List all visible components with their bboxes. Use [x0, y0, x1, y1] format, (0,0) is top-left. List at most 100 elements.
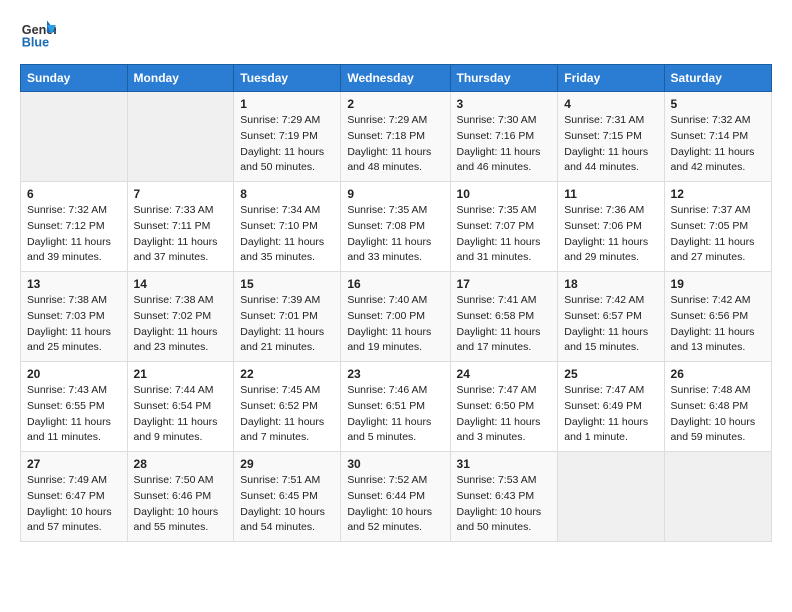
sunset-text: Sunset: 6:58 PM	[457, 309, 552, 325]
day-info: Sunrise: 7:44 AM Sunset: 6:54 PM Dayligh…	[134, 383, 228, 446]
sunset-text: Sunset: 6:46 PM	[134, 489, 228, 505]
sunset-text: Sunset: 7:03 PM	[27, 309, 121, 325]
sunset-text: Sunset: 7:10 PM	[240, 219, 334, 235]
daylight-text: Daylight: 11 hours and 50 minutes.	[240, 145, 334, 177]
weekday-header-wednesday: Wednesday	[341, 65, 450, 92]
day-number: 31	[457, 457, 552, 471]
day-number: 30	[347, 457, 443, 471]
day-number: 16	[347, 277, 443, 291]
daylight-text: Daylight: 10 hours and 50 minutes.	[457, 505, 552, 537]
calendar-cell	[558, 452, 664, 542]
day-number: 20	[27, 367, 121, 381]
daylight-text: Daylight: 11 hours and 3 minutes.	[457, 415, 552, 447]
daylight-text: Daylight: 11 hours and 23 minutes.	[134, 325, 228, 357]
day-number: 4	[564, 97, 657, 111]
calendar-table: SundayMondayTuesdayWednesdayThursdayFrid…	[20, 64, 772, 542]
daylight-text: Daylight: 11 hours and 21 minutes.	[240, 325, 334, 357]
sunrise-text: Sunrise: 7:39 AM	[240, 293, 334, 309]
day-number: 19	[671, 277, 765, 291]
calendar-cell: 23 Sunrise: 7:46 AM Sunset: 6:51 PM Dayl…	[341, 362, 450, 452]
day-info: Sunrise: 7:33 AM Sunset: 7:11 PM Dayligh…	[134, 203, 228, 266]
daylight-text: Daylight: 11 hours and 5 minutes.	[347, 415, 443, 447]
weekday-header-monday: Monday	[127, 65, 234, 92]
daylight-text: Daylight: 11 hours and 42 minutes.	[671, 145, 765, 177]
day-info: Sunrise: 7:32 AM Sunset: 7:12 PM Dayligh…	[27, 203, 121, 266]
sunrise-text: Sunrise: 7:29 AM	[347, 113, 443, 129]
daylight-text: Daylight: 11 hours and 9 minutes.	[134, 415, 228, 447]
day-number: 11	[564, 187, 657, 201]
svg-text:Blue: Blue	[22, 36, 49, 50]
daylight-text: Daylight: 11 hours and 27 minutes.	[671, 235, 765, 267]
daylight-text: Daylight: 11 hours and 33 minutes.	[347, 235, 443, 267]
logo-icon: General Blue	[20, 16, 56, 52]
calendar-cell: 6 Sunrise: 7:32 AM Sunset: 7:12 PM Dayli…	[21, 182, 128, 272]
day-number: 13	[27, 277, 121, 291]
sunrise-text: Sunrise: 7:29 AM	[240, 113, 334, 129]
calendar-cell: 3 Sunrise: 7:30 AM Sunset: 7:16 PM Dayli…	[450, 92, 558, 182]
day-info: Sunrise: 7:34 AM Sunset: 7:10 PM Dayligh…	[240, 203, 334, 266]
day-info: Sunrise: 7:53 AM Sunset: 6:43 PM Dayligh…	[457, 473, 552, 536]
sunset-text: Sunset: 6:43 PM	[457, 489, 552, 505]
daylight-text: Daylight: 11 hours and 15 minutes.	[564, 325, 657, 357]
calendar-week-1: 1 Sunrise: 7:29 AM Sunset: 7:19 PM Dayli…	[21, 92, 772, 182]
sunset-text: Sunset: 6:54 PM	[134, 399, 228, 415]
day-number: 26	[671, 367, 765, 381]
day-info: Sunrise: 7:38 AM Sunset: 7:03 PM Dayligh…	[27, 293, 121, 356]
calendar-cell: 25 Sunrise: 7:47 AM Sunset: 6:49 PM Dayl…	[558, 362, 664, 452]
sunrise-text: Sunrise: 7:38 AM	[134, 293, 228, 309]
day-number: 2	[347, 97, 443, 111]
day-info: Sunrise: 7:43 AM Sunset: 6:55 PM Dayligh…	[27, 383, 121, 446]
logo: General Blue	[20, 16, 60, 52]
daylight-text: Daylight: 11 hours and 48 minutes.	[347, 145, 443, 177]
sunrise-text: Sunrise: 7:34 AM	[240, 203, 334, 219]
calendar-week-2: 6 Sunrise: 7:32 AM Sunset: 7:12 PM Dayli…	[21, 182, 772, 272]
day-number: 12	[671, 187, 765, 201]
weekday-header-sunday: Sunday	[21, 65, 128, 92]
sunrise-text: Sunrise: 7:36 AM	[564, 203, 657, 219]
sunset-text: Sunset: 7:16 PM	[457, 129, 552, 145]
sunset-text: Sunset: 7:15 PM	[564, 129, 657, 145]
weekday-header-tuesday: Tuesday	[234, 65, 341, 92]
calendar-cell: 30 Sunrise: 7:52 AM Sunset: 6:44 PM Dayl…	[341, 452, 450, 542]
day-info: Sunrise: 7:35 AM Sunset: 7:08 PM Dayligh…	[347, 203, 443, 266]
day-number: 14	[134, 277, 228, 291]
sunrise-text: Sunrise: 7:31 AM	[564, 113, 657, 129]
day-info: Sunrise: 7:46 AM Sunset: 6:51 PM Dayligh…	[347, 383, 443, 446]
day-info: Sunrise: 7:42 AM Sunset: 6:57 PM Dayligh…	[564, 293, 657, 356]
day-number: 7	[134, 187, 228, 201]
day-info: Sunrise: 7:31 AM Sunset: 7:15 PM Dayligh…	[564, 113, 657, 176]
day-number: 6	[27, 187, 121, 201]
calendar-cell: 21 Sunrise: 7:44 AM Sunset: 6:54 PM Dayl…	[127, 362, 234, 452]
weekday-header-thursday: Thursday	[450, 65, 558, 92]
day-number: 22	[240, 367, 334, 381]
calendar-cell: 12 Sunrise: 7:37 AM Sunset: 7:05 PM Dayl…	[664, 182, 771, 272]
calendar-header: SundayMondayTuesdayWednesdayThursdayFrid…	[21, 65, 772, 92]
weekday-header-saturday: Saturday	[664, 65, 771, 92]
day-info: Sunrise: 7:50 AM Sunset: 6:46 PM Dayligh…	[134, 473, 228, 536]
sunrise-text: Sunrise: 7:42 AM	[564, 293, 657, 309]
day-info: Sunrise: 7:47 AM Sunset: 6:50 PM Dayligh…	[457, 383, 552, 446]
daylight-text: Daylight: 11 hours and 1 minute.	[564, 415, 657, 447]
day-number: 17	[457, 277, 552, 291]
day-info: Sunrise: 7:47 AM Sunset: 6:49 PM Dayligh…	[564, 383, 657, 446]
day-number: 21	[134, 367, 228, 381]
calendar-cell: 4 Sunrise: 7:31 AM Sunset: 7:15 PM Dayli…	[558, 92, 664, 182]
calendar-cell: 1 Sunrise: 7:29 AM Sunset: 7:19 PM Dayli…	[234, 92, 341, 182]
daylight-text: Daylight: 11 hours and 19 minutes.	[347, 325, 443, 357]
day-number: 3	[457, 97, 552, 111]
daylight-text: Daylight: 10 hours and 52 minutes.	[347, 505, 443, 537]
sunrise-text: Sunrise: 7:48 AM	[671, 383, 765, 399]
calendar-week-5: 27 Sunrise: 7:49 AM Sunset: 6:47 PM Dayl…	[21, 452, 772, 542]
sunrise-text: Sunrise: 7:44 AM	[134, 383, 228, 399]
sunrise-text: Sunrise: 7:45 AM	[240, 383, 334, 399]
daylight-text: Daylight: 11 hours and 25 minutes.	[27, 325, 121, 357]
day-info: Sunrise: 7:32 AM Sunset: 7:14 PM Dayligh…	[671, 113, 765, 176]
calendar-cell: 13 Sunrise: 7:38 AM Sunset: 7:03 PM Dayl…	[21, 272, 128, 362]
day-info: Sunrise: 7:42 AM Sunset: 6:56 PM Dayligh…	[671, 293, 765, 356]
calendar-week-3: 13 Sunrise: 7:38 AM Sunset: 7:03 PM Dayl…	[21, 272, 772, 362]
day-info: Sunrise: 7:29 AM Sunset: 7:19 PM Dayligh…	[240, 113, 334, 176]
daylight-text: Daylight: 11 hours and 17 minutes.	[457, 325, 552, 357]
day-info: Sunrise: 7:41 AM Sunset: 6:58 PM Dayligh…	[457, 293, 552, 356]
day-number: 15	[240, 277, 334, 291]
day-number: 28	[134, 457, 228, 471]
